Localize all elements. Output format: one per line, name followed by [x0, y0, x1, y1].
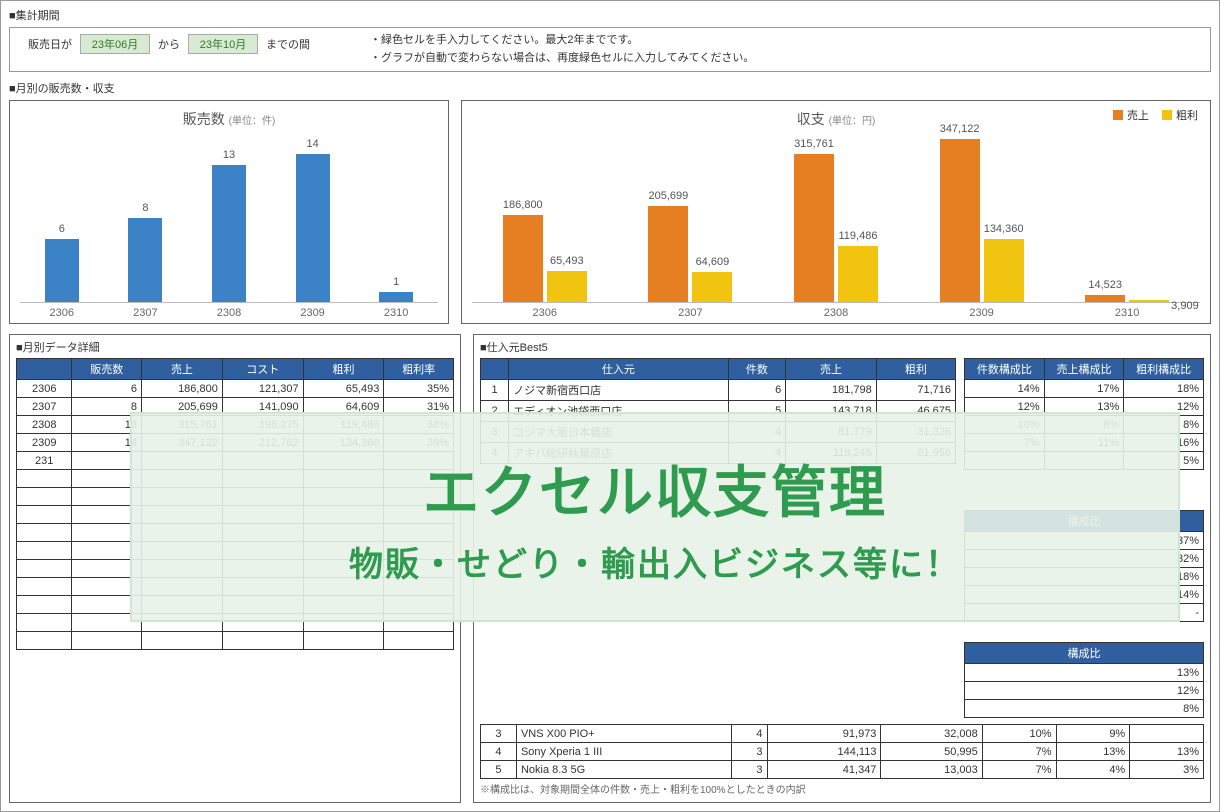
- product-best-table: 3VNS X00 PIO+491,97332,00810%9%4Sony Xpe…: [480, 724, 1204, 779]
- period-section-label: ■集計期間: [9, 7, 1211, 23]
- chart-legend: 売上 粗利: [1103, 107, 1198, 123]
- ratio-footnote: ※構成比は、対象期間全体の件数・売上・粗利を100%としたときの内訳: [480, 781, 1204, 796]
- period-from-input[interactable]: 23年06月: [80, 34, 150, 54]
- legend-swatch-orange: [1113, 110, 1123, 120]
- period-from-to: から: [158, 36, 180, 52]
- revenue-chart: 売上 粗利 収支 (単位：円) 186,80065,493205,69964,6…: [461, 100, 1211, 324]
- period-panel: 販売日が 23年06月 から 23年10月 までの間 ・緑色セルを手入力してくだ…: [9, 27, 1211, 72]
- best5-label: ■仕入元Best5: [480, 339, 1204, 355]
- chart-title: 収支: [797, 111, 825, 127]
- legend-label: 売上: [1127, 107, 1149, 123]
- ratio-cell: 12%: [965, 682, 1204, 700]
- overlay-title: エクセル収支管理: [423, 448, 887, 529]
- chart-title: 販売数: [183, 111, 225, 127]
- period-note-line: ・グラフが自動で変わらない場合は、再度緑色セルに入力してみてください。: [370, 50, 754, 68]
- chart-subtitle: (単位：件): [229, 116, 276, 127]
- legend-swatch-yellow: [1162, 110, 1172, 120]
- monthly-detail-label: ■月別データ詳細: [16, 339, 454, 355]
- period-prefix: 販売日が: [28, 36, 72, 52]
- ratio-block3: 構成比 13% 12% 8%: [964, 642, 1204, 718]
- ratio-cell: 13%: [965, 664, 1204, 682]
- period-notes: ・緑色セルを手入力してください。最大2年までです。 ・グラフが自動で変わらない場…: [370, 32, 754, 67]
- promo-overlay: エクセル収支管理 物販・せどり・輸出入ビジネス等に！: [130, 412, 1180, 622]
- period-note-line: ・緑色セルを手入力してください。最大2年までです。: [370, 32, 754, 50]
- chart-subtitle: (単位：円): [829, 116, 876, 127]
- overlay-subtitle: 物販・せどり・輸出入ビジネス等に！: [349, 537, 961, 586]
- ratio-cell: 8%: [965, 700, 1204, 718]
- period-suffix: までの間: [266, 36, 310, 52]
- ratio-header: 構成比: [965, 643, 1204, 664]
- legend-label: 粗利: [1176, 107, 1198, 123]
- charts-section-label: ■月別の販売数・収支: [9, 80, 1211, 96]
- sales-count-chart: 販売数 (単位：件) 6813141 23062307230823092310: [9, 100, 449, 324]
- period-to-input[interactable]: 23年10月: [188, 34, 258, 54]
